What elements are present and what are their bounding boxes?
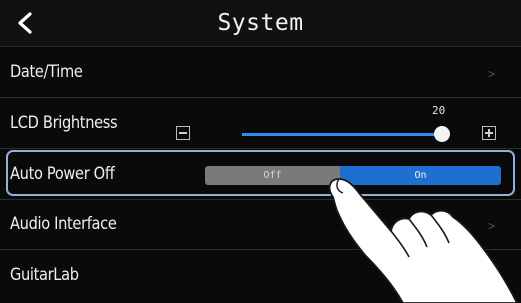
row-label-audio-interface: Audio Interface bbox=[10, 214, 117, 234]
row-label-guitarlab: GuitarLab bbox=[10, 265, 79, 285]
header-bar: System bbox=[0, 0, 521, 47]
brightness-slider-fill bbox=[242, 133, 442, 136]
brightness-value: 20 bbox=[432, 104, 446, 117]
row-date-time[interactable]: Date/Time > bbox=[0, 47, 521, 98]
page-title: System bbox=[217, 10, 304, 36]
brightness-increase-button[interactable] bbox=[482, 126, 496, 140]
row-label-date-time: Date/Time bbox=[10, 62, 83, 82]
chevron-right-icon: > bbox=[487, 67, 495, 81]
pointing-hand-icon bbox=[328, 178, 518, 303]
row-label-lcd-brightness: LCD Brightness bbox=[10, 113, 118, 133]
brightness-decrease-button[interactable] bbox=[176, 126, 190, 140]
brightness-slider-thumb[interactable] bbox=[434, 126, 450, 142]
system-screen: System Date/Time > LCD Brightness 20 Aut… bbox=[0, 0, 521, 303]
